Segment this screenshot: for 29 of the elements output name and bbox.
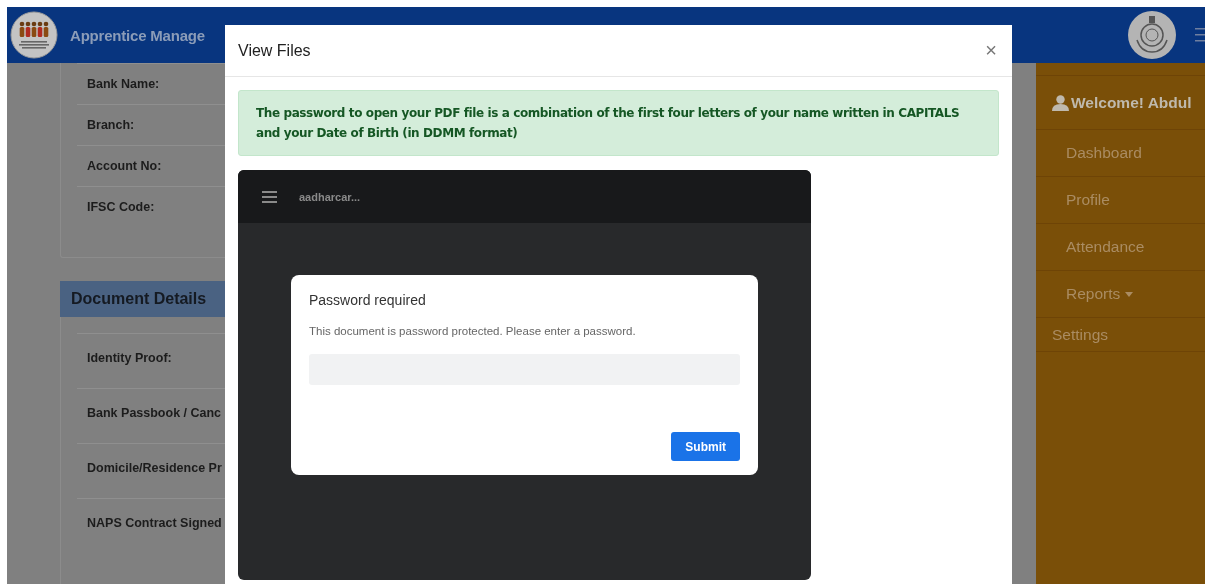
dialog-title: Password required (309, 292, 427, 308)
field-label: IFSC Code: (87, 200, 155, 214)
file-name: aadharcar... (299, 190, 361, 203)
user-icon (1052, 94, 1069, 111)
field-label: Bank Name: (87, 77, 160, 91)
field-label: Identity Proof: (87, 351, 172, 365)
password-notice: The password to open your PDF file is a combination of the first four letters of your name written in CAPITALS and your Date of Birth (in DDMM format) (238, 90, 999, 156)
sidebar-link[interactable]: Reports (1036, 271, 1205, 318)
app-title: Apprentice Manage (70, 26, 205, 44)
field-label: NAPS Contract Signed (87, 516, 222, 530)
field-label: Account No: (87, 159, 162, 173)
sidebar-link[interactable]: Dashboard (1036, 130, 1205, 177)
field-label: Bank Passbook / Canc (87, 406, 222, 420)
menu-icon[interactable] (1195, 27, 1205, 43)
logo-emblem-icon (10, 11, 58, 59)
modal-title: View Files (238, 41, 311, 60)
sidebar-link[interactable]: Settings (1036, 318, 1205, 352)
dialog-message: This document is password protected. Please enter a password. (309, 325, 637, 337)
submit-button[interactable]: Submit (671, 432, 740, 461)
field-label: Branch: (87, 118, 135, 132)
section-title: Document Details (71, 290, 207, 308)
menu-icon[interactable] (262, 190, 277, 203)
welcome-text: Welcome! Abdul (1071, 93, 1192, 112)
field-label: Domicile/Residence Pr (87, 461, 222, 475)
sidebar-link[interactable]: Attendance (1036, 224, 1205, 271)
sidebar-link[interactable]: Profile (1036, 177, 1205, 224)
close-button[interactable]: × (983, 39, 999, 62)
caret-icon (1125, 291, 1134, 297)
emblem-icon (1127, 10, 1177, 60)
